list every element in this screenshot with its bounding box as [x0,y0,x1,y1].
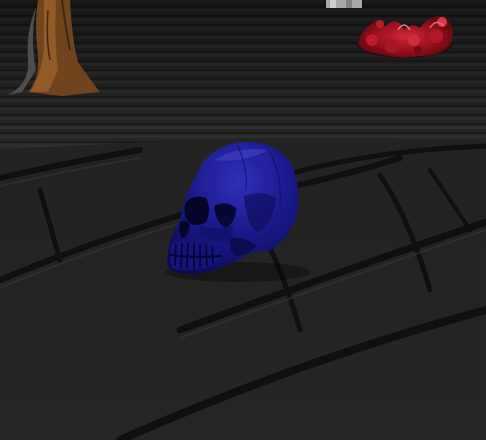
game-viewport[interactable] [0,0,486,440]
scene-render [0,0,486,440]
